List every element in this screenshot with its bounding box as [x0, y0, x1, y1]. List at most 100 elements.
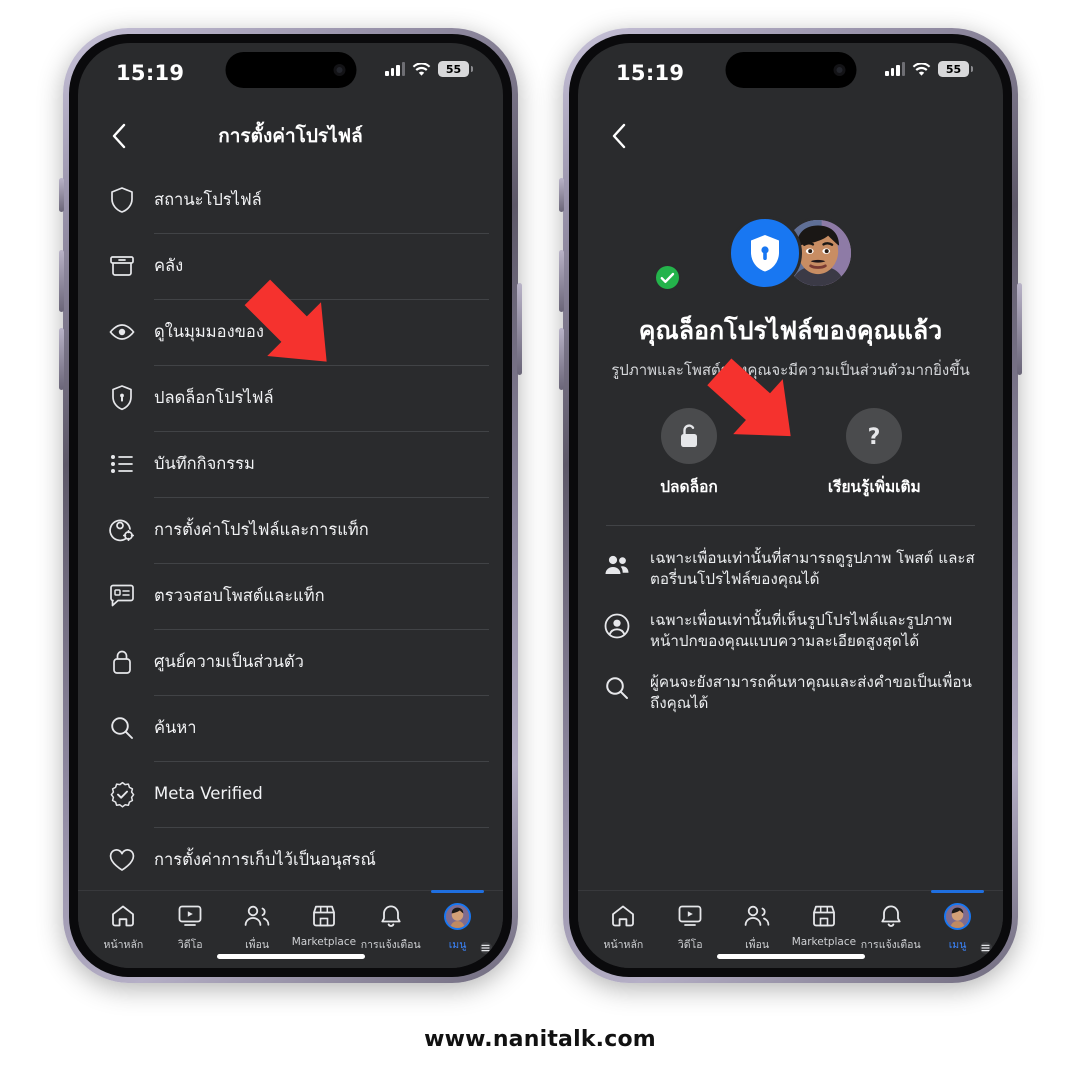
tab-label: เมนู — [448, 939, 467, 951]
volume-up-button[interactable] — [559, 250, 564, 312]
volume-down-button[interactable] — [59, 328, 64, 390]
eye-icon — [100, 310, 144, 354]
menu-item-label: บันทึกกิจกรรม — [154, 453, 255, 473]
menu-item-label: ดูในมุมมองของ — [154, 321, 264, 341]
silent-switch[interactable] — [59, 178, 64, 212]
menu-item-profile-status[interactable]: สถานะโปรไฟล์ — [78, 167, 503, 233]
review-post-icon — [100, 574, 144, 618]
menu-item-privacy-center[interactable]: ศูนย์ความเป็นส่วนตัว — [78, 629, 503, 695]
tab-menu[interactable]: เมนู — [924, 890, 993, 955]
avatar — [944, 902, 972, 930]
volume-down-button[interactable] — [559, 328, 564, 390]
tab-label: Marketplace — [291, 936, 357, 948]
tab-video[interactable]: วิดีโอ — [657, 901, 724, 953]
question-mark-icon: ? — [846, 408, 903, 464]
home-indicator[interactable] — [716, 954, 865, 959]
silent-switch[interactable] — [559, 178, 564, 212]
battery-icon: 55 — [438, 61, 473, 77]
people-group-icon — [604, 548, 638, 578]
action-label: เรียนรู้เพิ่มเติม — [827, 478, 921, 496]
tab-marketplace[interactable]: Marketplace — [290, 901, 357, 948]
menu-item-view-as[interactable]: ดูในมุมมองของ — [78, 299, 503, 365]
chevron-left-icon[interactable] — [604, 121, 634, 151]
tab-notifications[interactable]: การแจ้งเตือน — [857, 901, 924, 953]
fact-text: เฉพาะเพื่อนเท่านั้นที่เห็นรูปโปรไฟล์และร… — [650, 610, 953, 650]
tab-home[interactable]: หน้าหลัก — [90, 901, 157, 953]
tab-marketplace[interactable]: Marketplace — [790, 901, 857, 948]
page-title: การตั้งค่าโปรไฟล์ — [218, 125, 363, 147]
avatar-group — [604, 207, 977, 299]
list-bullet-icon — [100, 442, 144, 486]
screenshot-root: 15:19 55 การตั้งค่าโปรไฟล์ สถานะโปรไฟล์ … — [0, 0, 1080, 1080]
row-divider — [154, 563, 489, 564]
row-divider — [154, 431, 489, 432]
profile-settings-list[interactable]: สถานะโปรไฟล์ คลัง ดูในมุมมองของ ปลดล็อกโ… — [78, 167, 503, 890]
hamburger-badge-icon — [478, 941, 493, 955]
heart-icon — [100, 838, 144, 882]
profile-gear-icon — [100, 508, 144, 552]
fact-text: ผู้คนจะยังสามารถค้นหาคุณและส่งคำขอเป็นเพ… — [650, 672, 972, 712]
tab-label: Marketplace — [791, 936, 857, 948]
learn-more-button[interactable]: ? เรียนรู้เพิ่มเติม — [828, 408, 921, 499]
tab-label: วิดีโอ — [677, 939, 703, 951]
friends-icon — [743, 901, 771, 931]
fact-item: เฉพาะเพื่อนเท่านั้นที่เห็นรูปโปรไฟล์และร… — [604, 610, 977, 652]
row-divider — [154, 365, 489, 366]
tab-home[interactable]: หน้าหลัก — [590, 901, 657, 953]
marketplace-icon — [811, 901, 837, 931]
row-body: การตั้งค่าโปรไฟล์และการแท็ก — [154, 520, 503, 541]
shield-lock-badge-icon — [727, 216, 802, 290]
action-label: ปลดล็อก — [660, 478, 718, 496]
video-icon — [677, 901, 703, 931]
menu-item-meta-verified[interactable]: Meta Verified — [78, 761, 503, 827]
tab-label: เมนู — [948, 939, 967, 951]
bell-icon — [879, 901, 903, 931]
menu-item-memorialization[interactable]: การตั้งค่าการเก็บไว้เป็นอนุสรณ์ — [78, 827, 503, 890]
dynamic-island — [225, 52, 356, 88]
tab-friends[interactable]: เพื่อน — [724, 901, 791, 953]
site-watermark: www.nanitalk.com — [424, 1027, 656, 1052]
row-body: สถานะโปรไฟล์ — [154, 190, 503, 211]
power-button[interactable] — [1017, 283, 1022, 375]
search-icon — [100, 706, 144, 750]
bell-icon — [379, 901, 403, 931]
bottom-tab-bar[interactable]: หน้าหลัก วิดีโอ เพื่อน Marketplace การแจ… — [578, 890, 1003, 968]
tab-label: เพื่อน — [745, 939, 770, 951]
row-body: ค้นหา — [154, 718, 503, 739]
menu-avatar-icon — [444, 901, 493, 955]
dynamic-island — [725, 52, 856, 88]
row-divider — [154, 233, 489, 234]
menu-item-review-posts-tags[interactable]: ตรวจสอบโพสต์และแท็ก — [78, 563, 503, 629]
padlock-icon — [100, 640, 144, 684]
volume-up-button[interactable] — [59, 250, 64, 312]
fact-item: ผู้คนจะยังสามารถค้นหาคุณและส่งคำขอเป็นเพ… — [604, 672, 977, 714]
tab-label: วิดีโอ — [177, 939, 203, 951]
menu-item-label: ตรวจสอบโพสต์และแท็ก — [154, 585, 325, 605]
menu-avatar-icon — [944, 901, 993, 955]
tab-menu[interactable]: เมนู — [424, 890, 493, 955]
menu-item-activity-log[interactable]: บันทึกกิจกรรม — [78, 431, 503, 497]
menu-item-archive[interactable]: คลัง — [78, 233, 503, 299]
status-bar-indicators: 55 — [885, 61, 973, 77]
chevron-left-icon[interactable] — [104, 121, 134, 151]
power-button[interactable] — [517, 283, 522, 375]
unlock-button[interactable]: ปลดล็อก — [660, 408, 718, 499]
bottom-tab-bar[interactable]: หน้าหลัก วิดีโอ เพื่อน Marketplace การแจ… — [78, 890, 503, 968]
menu-item-profile-and-tagging[interactable]: การตั้งค่าโปรไฟล์และการแท็ก — [78, 497, 503, 563]
tab-notifications[interactable]: การแจ้งเตือน — [357, 901, 424, 953]
shield-lock-icon — [100, 376, 144, 420]
menu-item-search[interactable]: ค้นหา — [78, 695, 503, 761]
right-phone-screen: 15:19 55 คุณล็อกโปรไฟล์ของคุณแล้ว รูปภาพ… — [578, 43, 1003, 968]
menu-item-unlock-profile[interactable]: ปลดล็อกโปรไฟล์ — [78, 365, 503, 431]
locked-profile-subtitle: รูปภาพและโพสต์ของคุณจะมีความเป็นส่วนตัวม… — [611, 361, 970, 379]
verified-badge-icon — [100, 772, 144, 816]
tab-video[interactable]: วิดีโอ — [157, 901, 224, 953]
front-camera-icon — [833, 64, 845, 76]
locked-profile-title: คุณล็อกโปรไฟล์ของคุณแล้ว — [638, 316, 943, 345]
tab-friends[interactable]: เพื่อน — [224, 901, 291, 953]
row-body: คลัง — [154, 256, 503, 277]
wifi-icon — [912, 62, 931, 76]
row-body: ปลดล็อกโปรไฟล์ — [154, 388, 503, 409]
home-indicator[interactable] — [216, 954, 365, 959]
battery-icon: 55 — [938, 61, 973, 77]
